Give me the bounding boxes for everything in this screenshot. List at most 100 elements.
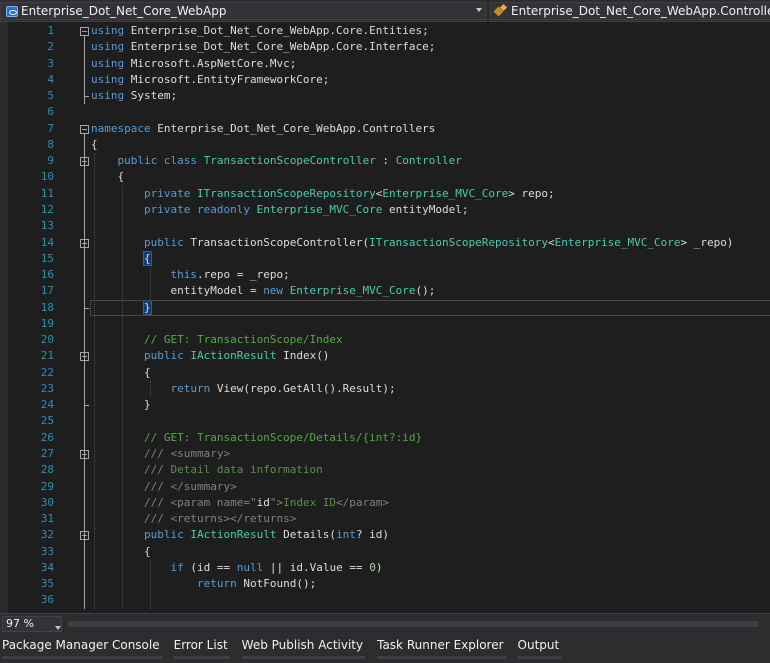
code-token: id [256,495,270,509]
code-line[interactable]: 22 { [0,365,770,381]
indent-guide [122,185,123,609]
code-token: { [91,137,98,151]
code-line[interactable]: 1 using Enterprise_Dot_Net_Core_WebApp.Co… [0,23,770,39]
code-line[interactable]: 12 private readonly Enterprise_MVC_Core … [0,202,770,218]
code-line[interactable]: 7 namespace Enterprise_Dot_Net_Core_WebAp… [0,121,770,137]
code-token: } [91,398,151,412]
code-token: : [375,154,396,168]
code-line[interactable]: 13 [0,218,770,234]
code-token: using [91,72,125,86]
code-token: class [163,154,197,168]
code-token: private [143,186,191,200]
code-token: /// [143,512,164,526]
code-token: IActionResult [190,528,277,542]
code-line[interactable]: 17 entityModel = new Enterprise_MVC_Core… [0,283,770,299]
code-line[interactable]: 34 if (id == null || id.Value == 0) [0,560,770,576]
code-line[interactable]: 23 return View(repo.GetAll().Result); [0,381,770,397]
code-line[interactable]: 19 [0,316,770,332]
code-token: if [170,560,184,574]
scrollbar-thumb[interactable] [68,621,758,627]
line-number: 16 [40,268,54,282]
code-line[interactable]: 30 /// <param name="id">Index ID</param> [0,495,770,511]
code-line[interactable]: 24 } [0,397,770,413]
code-token: Enterprise_MVC_Core [554,235,681,249]
matched-brace: { [143,250,152,266]
code-token: using [91,24,125,37]
code-token: /// [143,447,164,461]
code-line[interactable]: 29 /// </summary> [0,479,770,495]
line-number: 5 [47,89,54,103]
code-line[interactable]: 28 /// Detail data information [0,462,770,478]
line-number: 26 [40,430,54,444]
code-token: ? id) [355,528,390,542]
code-line[interactable]: 35 return NotFound(); [0,576,770,592]
type-dropdown[interactable]: Enterprise_Dot_Net_Core_WebApp.Controlle… [490,2,770,20]
code-line[interactable]: 3 using Microsoft.AspNetCore.Mvc; [0,56,770,72]
line-number: 30 [40,495,54,509]
code-token: IActionResult [190,349,277,363]
code-token: </summary> [170,479,237,493]
code-line[interactable]: 6 [0,104,770,120]
tab-output[interactable]: Output [516,634,564,659]
chevron-down-icon[interactable] [55,626,61,630]
code-line[interactable]: 21 public IActionResult Index() [0,348,770,364]
code-line[interactable]: 5 using System; [0,88,770,104]
line-number: 3 [47,56,54,70]
code-line[interactable]: 9 public class TransactionScopeControlle… [0,153,770,169]
chevron-down-icon[interactable] [476,8,482,12]
tab-package-manager-console[interactable]: Package Manager Console [0,634,164,659]
zoom-dropdown[interactable]: 97 % [2,616,62,632]
tab-web-publish-activity[interactable]: Web Publish Activity [240,634,367,659]
line-number: 32 [40,528,54,542]
horizontal-scrollbar[interactable] [68,619,766,629]
code-line[interactable]: 8{ [0,137,770,153]
code-line[interactable]: 20 // GET: TransactionScope/Index [0,332,770,348]
code-line[interactable]: 16 this.repo = _repo; [0,267,770,283]
code-token: private [143,202,191,216]
code-line[interactable]: 10 { [0,169,770,185]
code-token: namespace [91,121,151,135]
tab-error-list[interactable]: Error List [172,634,232,659]
code-line[interactable]: 14 public TransactionScopeController(ITr… [0,235,770,251]
tab-task-runner-explorer[interactable]: Task Runner Explorer [375,634,507,659]
code-line[interactable]: 2 using Enterprise_Dot_Net_Core_WebApp.Co… [0,39,770,55]
line-number: 14 [40,235,54,249]
code-token: // GET: TransactionScope/Index [143,333,343,347]
code-token: public [143,528,184,542]
indent-guide [150,559,151,609]
code-line[interactable]: 33 { [0,544,770,560]
code-line[interactable]: 25 [0,413,770,429]
code-token: <returns></returns> [170,512,297,526]
line-number: 12 [40,202,54,216]
code-text: using System; [91,88,177,104]
code-line[interactable]: 11 private ITransactionScopeRepository<E… [0,186,770,202]
collapse-toggle-icon[interactable] [80,124,89,134]
project-dropdown[interactable]: Enterprise_Dot_Net_Core_WebApp [0,2,486,20]
zoom-level: 97 % [6,617,34,630]
code-text: /// <param name="id">Index ID</param> [91,495,389,511]
code-line[interactable]: 15 { [0,250,770,267]
collapse-toggle-icon[interactable] [80,27,89,36]
code-text: // GET: TransactionScope/Index [91,332,343,348]
line-number: 20 [40,333,54,347]
code-line[interactable]: 4 using Microsoft.EntityFrameworkCore; [0,72,770,88]
line-number: 4 [47,72,54,86]
code-line[interactable]: 26 // GET: TransactionScope/Details/{int… [0,430,770,446]
line-number: 6 [47,105,54,119]
code-text: public IActionResult Details(int? id) [91,527,389,543]
code-editor[interactable]: 1 using Enterprise_Dot_Net_Core_WebApp.Co… [0,22,770,613]
code-token: using [91,40,125,54]
code-text: return NotFound(); [91,576,316,592]
code-line[interactable]: 27 /// <summary> [0,446,770,462]
code-line[interactable]: 32 public IActionResult Details(int? id) [0,527,770,543]
code-line[interactable]: 31 /// <returns></returns> [0,511,770,527]
code-token: int [336,528,356,542]
code-line[interactable]: 36 [0,592,770,608]
line-number: 10 [40,170,54,184]
code-token: ITransactionScopeRepository [369,235,548,249]
